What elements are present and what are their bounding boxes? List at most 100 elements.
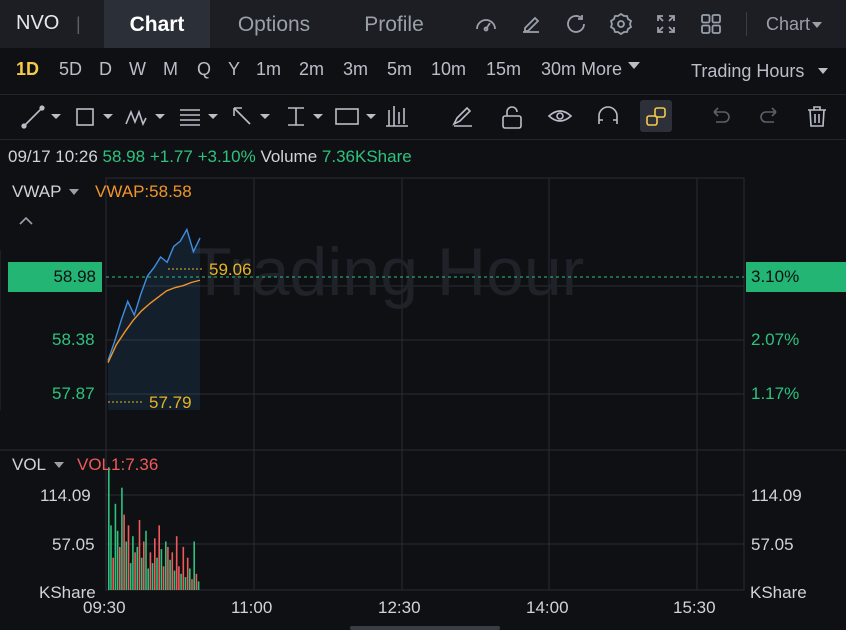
layout-icon[interactable] [699,12,723,36]
time-axis-label: 14:00 [526,598,569,617]
last-price: 58.98 [53,267,96,286]
pattern-icon[interactable] [125,109,147,127]
undo-icon[interactable] [713,107,730,123]
period-more[interactable]: More [581,59,622,80]
volume-bar [195,573,198,590]
price-axis-label: 57.87 [52,384,95,403]
fibonacci-chevron-icon[interactable] [208,114,218,119]
redo-icon[interactable] [760,107,777,123]
period-w[interactable]: W [129,59,146,80]
top-bar: NVO | Chart Options Profile Chart [0,0,846,48]
volume-bar [151,563,154,590]
rectangle-chevron-icon[interactable] [103,114,113,119]
more-chevron-icon[interactable] [628,62,640,69]
volume-bar [114,503,117,590]
volume-bar [127,525,130,590]
pct-axis-label: 1.17% [751,384,800,403]
vwap-indicator-selector[interactable]: VWAP [12,182,87,202]
fibonacci-icon[interactable] [180,109,200,126]
high-marker-label: 59.06 [209,260,252,279]
volume-bar [171,552,174,590]
volume-value: 7.36KShare [321,147,412,166]
tab-chart[interactable]: Chart [104,0,210,48]
pct-axis-label: 2.07% [751,330,800,349]
trading-hours-selector[interactable]: Trading Hours [691,61,804,82]
volume-bar [175,536,178,590]
quote-price: 58.98 [102,147,146,166]
gauge-icon[interactable] [474,12,498,36]
pattern-chevron-icon[interactable] [155,114,165,119]
volume-bar [160,549,163,590]
edit-icon[interactable] [519,12,543,36]
measure-icon[interactable] [288,107,304,126]
time-axis-label: 09:30 [83,598,126,617]
trendline-chevron-icon[interactable] [51,114,61,119]
trash-icon[interactable] [808,106,826,127]
chart-type-menu[interactable]: Chart [766,14,823,35]
volume-bar [184,577,187,590]
period-1m[interactable]: 1m [256,59,281,80]
tab-profile[interactable]: Profile [344,0,444,48]
volume-bar [136,546,139,590]
vwap-chevron-icon [69,189,80,195]
refresh-icon[interactable] [564,12,588,36]
period-15m[interactable]: 15m [486,59,521,80]
period-30m[interactable]: 30m [541,59,576,80]
arrow-chevron-icon[interactable] [260,114,270,119]
arrow-icon[interactable] [233,107,251,125]
eye-icon[interactable] [547,110,573,122]
pen-icon[interactable] [452,106,472,127]
candle-icon[interactable] [386,106,408,127]
volume-bar [132,536,134,590]
vol-indicator-selector[interactable]: VOL [12,455,72,475]
text-icon[interactable] [335,108,359,125]
volume-axis-label: 57.05 [52,535,95,554]
vol-chevron-icon [54,462,65,468]
horizontal-scrollbar[interactable] [350,626,500,630]
period-y[interactable]: Y [228,59,240,80]
unlock-icon[interactable] [502,106,522,129]
rectangle-icon[interactable] [76,108,94,126]
period-10m[interactable]: 10m [431,59,466,80]
volume-bar [112,557,114,590]
period-3m[interactable]: 3m [343,59,368,80]
period-1d[interactable]: 1D [16,59,39,80]
volume-bar [197,581,200,590]
last-price-box: 58.98 [8,262,102,292]
period-d[interactable]: D [99,59,112,80]
volume-bar [162,566,165,590]
collapse-icon[interactable] [18,215,34,227]
vwap-value: VWAP:58.58 [95,182,192,201]
trading-hours-chevron-icon[interactable] [818,68,828,74]
vol-value: VOL1:7.36 [77,455,159,474]
volume-bar [191,579,193,590]
volume-bar [167,546,169,590]
volume-bar [193,541,195,590]
period-2m[interactable]: 2m [299,59,324,80]
volume-bar [138,520,141,590]
magnet-icon[interactable] [598,106,618,124]
text-chevron-icon[interactable] [366,114,376,119]
period-q[interactable]: Q [197,59,211,80]
volume-bar [119,546,121,590]
link-icon[interactable] [646,107,666,126]
volume-bar [108,467,110,590]
volume-bar [134,552,136,590]
time-axis-label: 15:30 [673,598,716,617]
trendline-icon[interactable] [21,105,45,129]
volume-bar [116,530,119,590]
ticker-symbol[interactable]: NVO [16,12,59,35]
settings-icon[interactable] [609,12,633,36]
chevron-down-icon [812,22,823,28]
volume-bar [143,541,145,590]
quote-info: 09/17 10:26 58.98 +1.77 +3.10% Volume 7.… [8,147,412,167]
period-5d[interactable]: 5D [59,59,82,80]
tab-options[interactable]: Options [220,0,328,48]
period-5m[interactable]: 5m [387,59,412,80]
chart-area[interactable]: Trading Hour [0,170,846,630]
measure-chevron-icon[interactable] [313,114,323,119]
volume-bar [169,559,171,590]
period-m[interactable]: M [163,59,178,80]
volume-bar [189,568,191,590]
fullscreen-icon[interactable] [654,12,678,36]
